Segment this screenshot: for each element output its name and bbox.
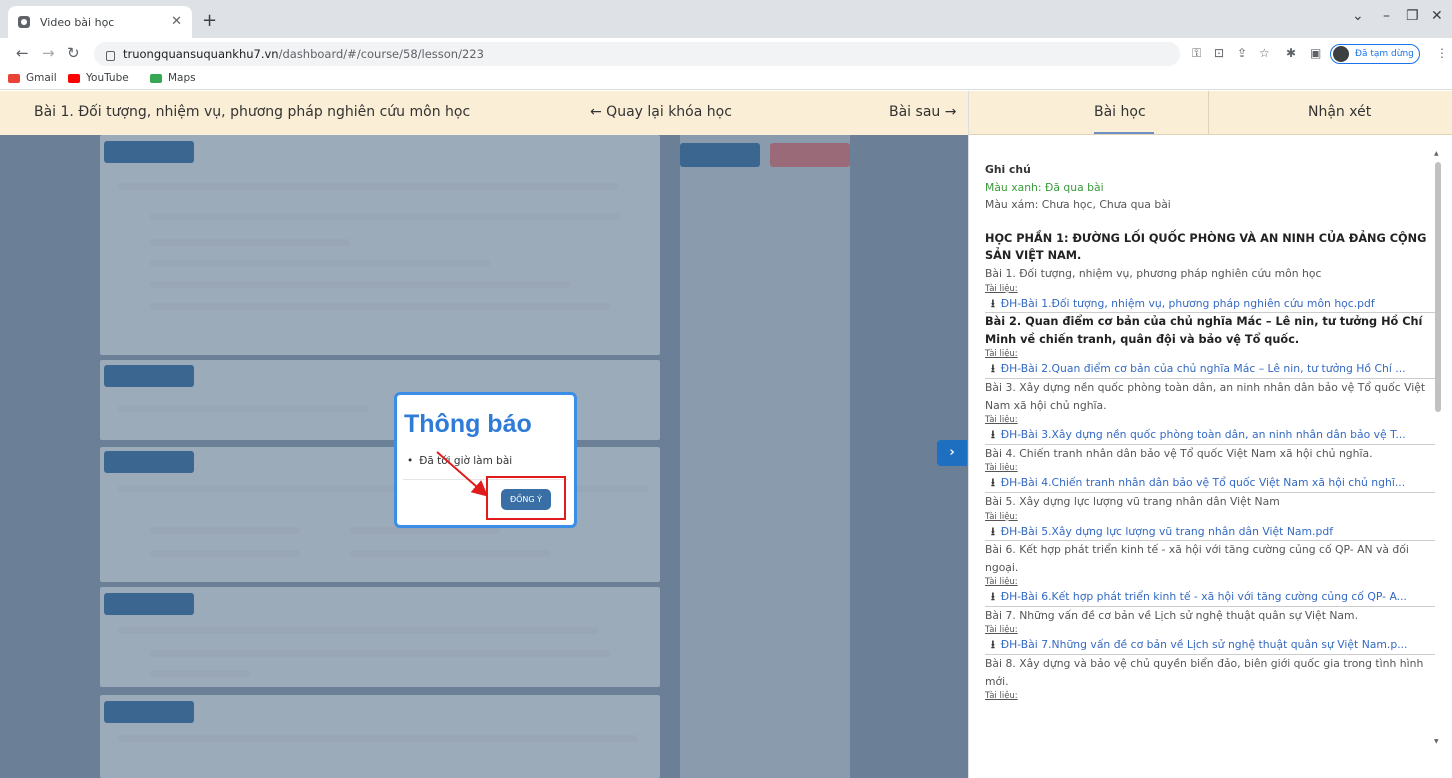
tab-search-icon[interactable]: ⌄ [1352, 8, 1364, 24]
tab-comments[interactable]: Nhận xét [1308, 104, 1371, 120]
highlight-box [486, 476, 566, 520]
url-host: truongquansuquankhu7.vn [123, 47, 279, 61]
avatar [1333, 46, 1349, 62]
lesson-item[interactable]: Bài 7. Những vấn đề cơ bản về Lịch sử ng… [985, 607, 1435, 625]
youtube-icon [68, 73, 80, 83]
url-path: /dashboard/#/course/58/lesson/223 [278, 47, 484, 61]
tab-title: Video bài học [40, 15, 115, 29]
doc-label: Tài liệu: [985, 625, 1018, 636]
profile-status: Đã tạm dừng [1355, 49, 1414, 59]
sidepanel-icon[interactable]: ▣ [1310, 47, 1322, 59]
doc-label: Tài liệu: [985, 577, 1018, 588]
profile-paused-chip[interactable]: Đã tạm dừng [1330, 44, 1420, 64]
note-green: Màu xanh: Đã qua bài [985, 180, 1104, 194]
bookmarks-bar: Gmail YouTube Maps [0, 68, 1452, 90]
close-window-icon[interactable]: ✕ [1431, 8, 1443, 24]
next-lesson-link[interactable]: Bài sau → [889, 104, 956, 120]
lesson-header: Bài 1. Đối tượng, nhiệm vụ, phương pháp … [0, 91, 968, 135]
lesson-list: Ghi chú Màu xanh: Đã qua bài Màu xám: Ch… [985, 161, 1435, 702]
lesson-item[interactable]: Bài 3. Xây dựng nền quốc phòng toàn dân,… [985, 379, 1435, 414]
address-bar-row: ← → ↻ truongquansuquankhu7.vn/dashboard/… [0, 38, 1452, 68]
bookmark-label: YouTube [86, 72, 129, 84]
minimize-icon[interactable]: – [1383, 8, 1390, 24]
note-title: Ghi chú [985, 163, 1031, 176]
bookmark-youtube[interactable]: YouTube [68, 72, 129, 84]
blurred-sidebar [680, 135, 850, 778]
file-link[interactable]: ĐH-Bài 4.Chiến tranh nhân dân bảo vệ Tổ … [985, 474, 1435, 493]
panel-scrollbar[interactable]: ▲ ▼ [1433, 150, 1443, 745]
expand-panel-button[interactable]: › [937, 440, 967, 466]
browser-tab[interactable]: Video bài học ✕ [8, 6, 192, 38]
gmail-icon [8, 73, 20, 83]
doc-label: Tài liệu: [985, 511, 1018, 522]
key-icon[interactable]: ⚿ [1192, 47, 1204, 59]
doc-label: Tài liệu: [985, 463, 1018, 474]
lesson-item[interactable]: Bài 1. Đối tượng, nhiệm vụ, phương pháp … [985, 265, 1435, 283]
doc-label: Tài liệu: [985, 415, 1018, 426]
share-icon[interactable]: ⇪ [1237, 47, 1249, 59]
bookmark-label: Gmail [26, 72, 57, 84]
file-link[interactable]: ĐH-Bài 5.Xây dựng lực lượng vũ trang nhâ… [985, 523, 1435, 542]
lock-icon [106, 51, 115, 61]
scroll-down-icon[interactable]: ▼ [1434, 738, 1439, 745]
lesson-item[interactable]: Bài 2. Quan điểm cơ bản của chủ nghĩa Má… [985, 313, 1435, 348]
reload-icon[interactable]: ↻ [67, 44, 80, 62]
note-gray: Màu xám: Chưa học, Chưa qua bài [985, 198, 1171, 212]
lesson-title: Bài 1. Đối tượng, nhiệm vụ, phương pháp … [34, 104, 471, 120]
new-tab-icon[interactable]: + [202, 10, 217, 31]
active-tab-indicator [1094, 132, 1154, 134]
maximize-icon[interactable]: ❐ [1406, 8, 1419, 24]
tab-lessons[interactable]: Bài học [1094, 104, 1146, 120]
extensions-icon[interactable]: ✱ [1286, 47, 1298, 59]
doc-label: Tài liệu: [985, 691, 1018, 702]
file-link[interactable]: ĐH-Bài 1.Đối tượng, nhiệm vụ, phương phá… [985, 295, 1435, 314]
scroll-thumb[interactable] [1435, 162, 1441, 412]
file-link[interactable]: ĐH-Bài 7.Những vấn đề cơ bản về Lịch sử … [985, 636, 1435, 656]
bookmark-label: Maps [168, 72, 196, 84]
site-favicon-icon [18, 16, 30, 28]
star-icon[interactable]: ☆ [1259, 47, 1271, 59]
forward-arrow-icon[interactable]: → [42, 44, 55, 62]
close-tab-icon[interactable]: ✕ [171, 14, 182, 29]
bookmark-gmail[interactable]: Gmail [8, 72, 57, 84]
modal-message: Đã tới giờ làm bài [407, 455, 512, 467]
back-arrow-icon[interactable]: ← [16, 44, 29, 62]
install-icon[interactable]: ⊡ [1214, 47, 1226, 59]
url-field[interactable]: truongquansuquankhu7.vn/dashboard/#/cour… [94, 42, 1180, 66]
bookmark-maps[interactable]: Maps [150, 72, 196, 84]
modal-title: Thông báo [404, 410, 532, 438]
lesson-item[interactable]: Bài 8. Xây dựng và bảo vệ chủ quyền biển… [985, 655, 1435, 690]
blurred-header [104, 141, 194, 163]
browser-tab-bar: Video bài học ✕ + ⌄ – ❐ ✕ [0, 0, 1452, 38]
file-link[interactable]: ĐH-Bài 3.Xây dựng nền quốc phòng toàn dâ… [985, 426, 1435, 445]
back-to-course-link[interactable]: ← Quay lại khóa học [590, 104, 732, 120]
maps-icon [150, 73, 162, 83]
tab-divider [1208, 91, 1209, 135]
doc-label: Tài liệu: [985, 283, 1018, 294]
scroll-up-icon[interactable]: ▲ [1434, 150, 1439, 157]
panel-tabs: Bài học Nhận xét [969, 91, 1452, 135]
doc-label: Tài liệu: [985, 349, 1018, 360]
section-title: HỌC PHẦN 1: ĐƯỜNG LỐI QUỐC PHÒNG VÀ AN N… [985, 231, 1427, 263]
lesson-item[interactable]: Bài 4. Chiến tranh nhân dân bảo vệ Tổ qu… [985, 445, 1435, 463]
lesson-item[interactable]: Bài 6. Kết hợp phát triển kinh tế - xã h… [985, 541, 1435, 576]
file-link[interactable]: ĐH-Bài 2.Quan điểm cơ bản của chủ nghĩa … [985, 360, 1435, 379]
lesson-list-panel: Bài học Nhận xét Ghi chú Màu xanh: Đã qu… [968, 91, 1452, 778]
lesson-item[interactable]: Bài 5. Xây dựng lực lượng vũ trang nhân … [985, 493, 1435, 511]
file-link[interactable]: ĐH-Bài 6.Kết hợp phát triển kinh tế - xã… [985, 588, 1435, 607]
menu-dots-icon[interactable]: ⋮ [1436, 47, 1448, 59]
